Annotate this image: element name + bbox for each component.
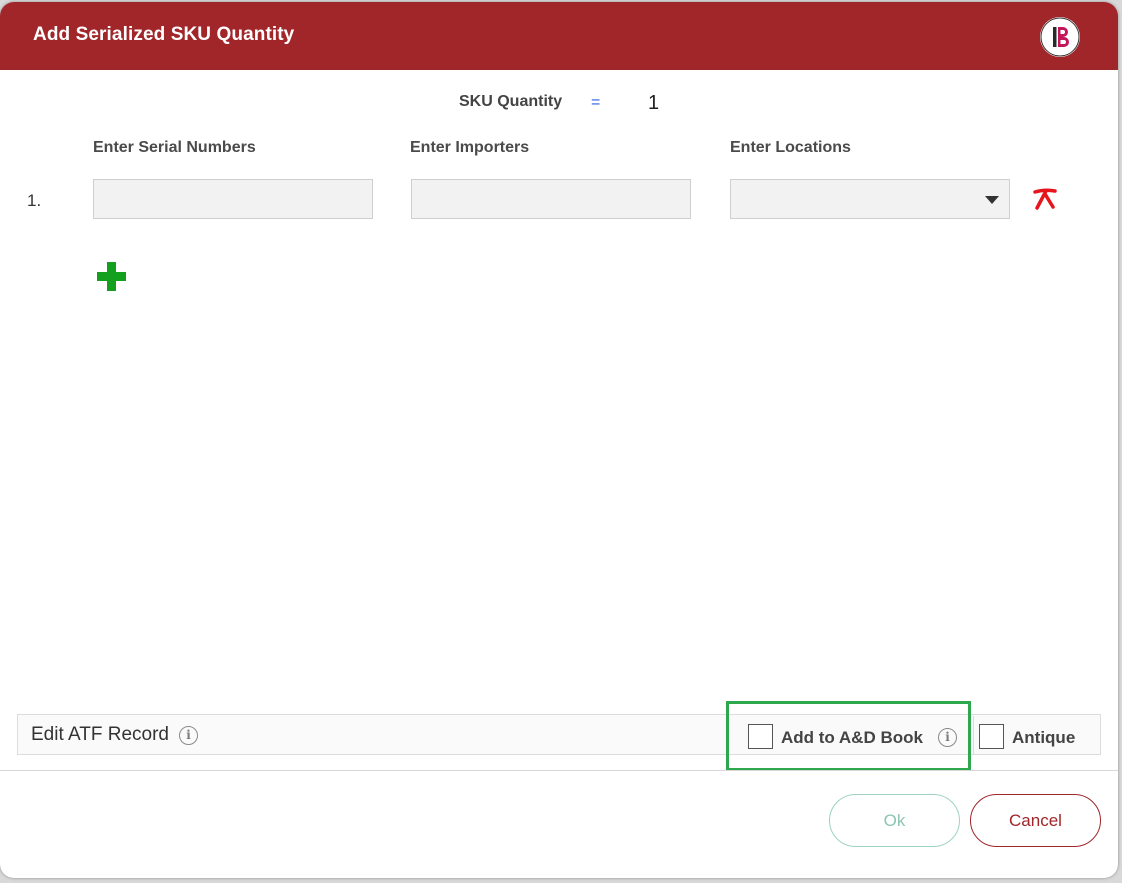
dialog-titlebar: Add Serialized SKU Quantity — [0, 2, 1118, 70]
antique-checkbox[interactable] — [979, 724, 1004, 749]
info-icon[interactable]: i — [179, 726, 198, 745]
sku-quantity-equals: = — [591, 94, 601, 111]
location-select[interactable] — [730, 179, 1010, 219]
ok-button[interactable]: Ok — [829, 794, 960, 847]
footer-divider — [0, 770, 1118, 771]
row-index: 1. — [27, 191, 42, 210]
serial-number-input[interactable] — [93, 179, 373, 219]
edit-atf-record-link[interactable]: Edit ATF Record — [31, 724, 169, 746]
importers-header: Enter Importers — [410, 139, 530, 156]
ad-book-highlight: Add to A&D Book i — [726, 701, 971, 771]
add-row-icon[interactable] — [96, 261, 127, 292]
remove-row-icon[interactable] — [1032, 186, 1058, 212]
sku-quantity-value: 1 — [648, 92, 660, 114]
chevron-down-icon — [985, 196, 999, 204]
cancel-button[interactable]: Cancel — [970, 794, 1101, 847]
sku-quantity-label: SKU Quantity — [459, 93, 563, 110]
brand-logo-icon — [1040, 17, 1080, 57]
antique-option: Antique — [973, 716, 1101, 755]
ad-book-label[interactable]: Add to A&D Book — [781, 728, 923, 748]
antique-label[interactable]: Antique — [1012, 728, 1075, 748]
info-icon[interactable]: i — [938, 728, 957, 747]
locations-header: Enter Locations — [730, 139, 851, 156]
importer-input[interactable] — [411, 179, 691, 219]
ad-book-checkbox[interactable] — [748, 724, 773, 749]
dialog-title: Add Serialized SKU Quantity — [33, 24, 295, 45]
serial-numbers-header: Enter Serial Numbers — [93, 139, 256, 156]
add-serialized-sku-dialog: Add Serialized SKU Quantity SKU Quantity… — [0, 2, 1118, 878]
